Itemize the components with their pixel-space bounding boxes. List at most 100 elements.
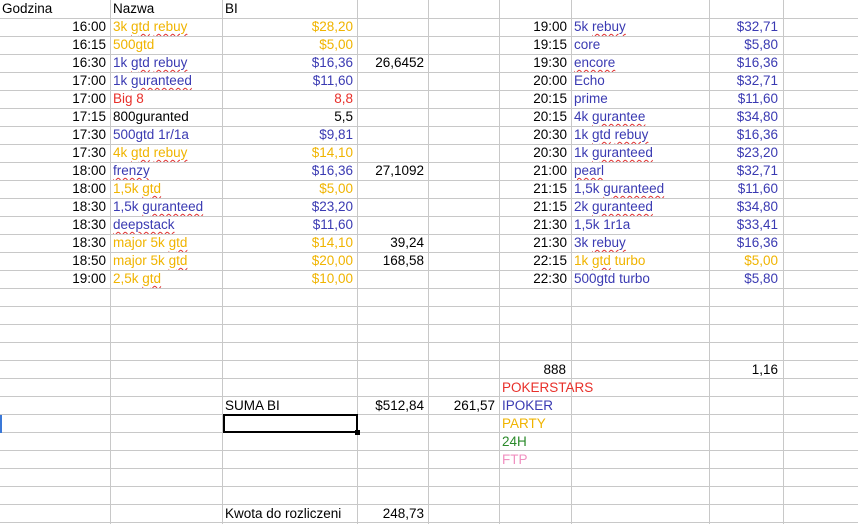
header-bi[interactable]: BI — [223, 0, 357, 18]
left-extra-cell[interactable]: 27,1092 — [358, 162, 428, 180]
left-time-cell[interactable]: 17:15 — [0, 108, 110, 126]
left-bi-cell[interactable]: $5,00 — [223, 180, 357, 198]
left-name-cell[interactable]: major 5k gtd — [111, 252, 222, 270]
right-time-cell[interactable]: 21:00 — [500, 162, 571, 180]
left-bi-cell[interactable]: $20,00 — [223, 252, 357, 270]
right-bi-cell[interactable]: $5,80 — [710, 36, 782, 54]
header-nazwa[interactable]: Nazwa — [111, 0, 221, 18]
suma-bi-extra[interactable]: 261,57 — [429, 397, 499, 415]
right-name-cell[interactable]: prime — [572, 90, 709, 108]
right-bi-cell[interactable]: $33,41 — [710, 216, 782, 234]
legend-item[interactable]: FTP — [500, 451, 650, 469]
right-time-cell[interactable]: 20:00 — [500, 72, 571, 90]
left-extra-cell[interactable]: 168,58 — [358, 252, 428, 270]
left-bi-cell[interactable]: $10,00 — [223, 270, 357, 288]
right-bi-cell[interactable]: $5,80 — [710, 270, 782, 288]
left-time-cell[interactable]: 17:00 — [0, 72, 110, 90]
legend-item[interactable]: 24H — [500, 433, 650, 451]
suma-bi-value[interactable]: $512,84 — [358, 397, 428, 415]
right-bi-cell[interactable]: $11,60 — [710, 180, 782, 198]
right-time-cell[interactable]: 20:15 — [500, 108, 571, 126]
right-time-cell[interactable]: 19:15 — [500, 36, 571, 54]
right-bi-cell[interactable]: $34,80 — [710, 108, 782, 126]
left-bi-cell[interactable]: $16,36 — [223, 162, 357, 180]
right-name-cell[interactable]: 1k gtd turbo — [572, 252, 709, 270]
left-name-cell[interactable]: Big 8 — [111, 90, 222, 108]
left-name-cell[interactable]: 800guranted — [111, 108, 222, 126]
cell-888[interactable]: 888 — [500, 361, 570, 379]
left-name-cell[interactable]: 2,5k gtd — [111, 270, 222, 288]
suma-bi-label[interactable]: SUMA BI — [223, 397, 357, 415]
left-bi-cell[interactable]: 5,5 — [223, 108, 357, 126]
left-time-cell[interactable]: 17:00 — [0, 90, 110, 108]
right-bi-cell[interactable]: $32,71 — [710, 162, 782, 180]
left-time-cell[interactable]: 18:00 — [0, 162, 110, 180]
right-time-cell[interactable]: 21:30 — [500, 234, 571, 252]
left-time-cell[interactable]: 18:30 — [0, 216, 110, 234]
right-time-cell[interactable]: 19:00 — [500, 18, 571, 36]
right-name-cell[interactable]: 1,5k guranteed — [572, 180, 709, 198]
left-bi-cell[interactable]: 8,8 — [223, 90, 357, 108]
selected-cell[interactable] — [223, 414, 358, 433]
right-time-cell[interactable]: 21:15 — [500, 180, 571, 198]
right-name-cell[interactable]: 3k rebuy — [572, 234, 709, 252]
left-name-cell[interactable]: 1k gtd rebuy — [111, 54, 222, 72]
right-time-cell[interactable]: 20:30 — [500, 126, 571, 144]
left-name-cell[interactable]: 1k guranteed — [111, 72, 222, 90]
right-bi-cell[interactable]: $11,60 — [710, 90, 782, 108]
left-extra-cell[interactable]: 39,24 — [358, 234, 428, 252]
left-time-cell[interactable]: 18:30 — [0, 198, 110, 216]
legend-item[interactable]: PARTY — [500, 415, 650, 433]
right-name-cell[interactable]: 1k gtd rebuy — [572, 126, 709, 144]
right-name-cell[interactable]: encore — [572, 54, 709, 72]
right-time-cell[interactable]: 21:30 — [500, 216, 571, 234]
left-bi-cell[interactable]: $23,20 — [223, 198, 357, 216]
left-name-cell[interactable]: deepstack — [111, 216, 222, 234]
right-name-cell[interactable]: 1k guranteed — [572, 144, 709, 162]
left-extra-cell[interactable]: 26,6452 — [358, 54, 428, 72]
left-time-cell[interactable]: 18:50 — [0, 252, 110, 270]
right-name-cell[interactable]: 4k gurantee — [572, 108, 709, 126]
left-name-cell[interactable]: 1,5k gtd — [111, 180, 222, 198]
right-name-cell[interactable]: 1,5k 1r1a — [572, 216, 709, 234]
right-name-cell[interactable]: 5k rebuy — [572, 18, 709, 36]
legend-item[interactable]: POKERSTARS — [500, 379, 650, 397]
right-time-cell[interactable]: 20:15 — [500, 90, 571, 108]
left-time-cell[interactable]: 17:30 — [0, 144, 110, 162]
right-time-cell[interactable]: 21:15 — [500, 198, 571, 216]
right-bi-cell[interactable]: $34,80 — [710, 198, 782, 216]
kwota-value[interactable]: 248,73 — [358, 505, 428, 523]
right-name-cell[interactable]: core — [572, 36, 709, 54]
right-bi-cell[interactable]: $16,36 — [710, 126, 782, 144]
right-bi-cell[interactable]: $32,71 — [710, 72, 782, 90]
right-name-cell[interactable]: 500gtd turbo — [572, 270, 709, 288]
right-name-cell[interactable]: 2k guranteed — [572, 198, 709, 216]
left-time-cell[interactable]: 18:30 — [0, 234, 110, 252]
legend-item[interactable]: IPOKER — [500, 397, 650, 415]
left-bi-cell[interactable]: $28,20 — [223, 18, 357, 36]
right-name-cell[interactable]: Echo — [572, 72, 709, 90]
left-name-cell[interactable]: frenzy — [111, 162, 222, 180]
left-time-cell[interactable]: 19:00 — [0, 270, 110, 288]
right-time-cell[interactable]: 20:30 — [500, 144, 571, 162]
left-bi-cell[interactable]: $11,60 — [223, 216, 357, 234]
left-bi-cell[interactable]: $11,60 — [223, 72, 357, 90]
left-name-cell[interactable]: 500gtd — [111, 36, 222, 54]
left-bi-cell[interactable]: $9,81 — [223, 126, 357, 144]
left-bi-cell[interactable]: $16,36 — [223, 54, 357, 72]
right-bi-cell[interactable]: $16,36 — [710, 54, 782, 72]
left-time-cell[interactable]: 16:15 — [0, 36, 110, 54]
right-name-cell[interactable]: pearl — [572, 162, 709, 180]
left-name-cell[interactable]: 500gtd 1r/1a — [111, 126, 222, 144]
left-bi-cell[interactable]: $14,10 — [223, 234, 357, 252]
right-bi-cell[interactable]: $32,71 — [710, 18, 782, 36]
header-godzina[interactable]: Godzina — [0, 0, 110, 18]
left-name-cell[interactable]: 3k gtd rebuy — [111, 18, 222, 36]
left-name-cell[interactable]: 1,5k guranteed — [111, 198, 222, 216]
left-time-cell[interactable]: 16:30 — [0, 54, 110, 72]
left-time-cell[interactable]: 16:00 — [0, 18, 110, 36]
left-bi-cell[interactable]: $14,10 — [223, 144, 357, 162]
right-time-cell[interactable]: 22:15 — [500, 252, 571, 270]
left-bi-cell[interactable]: $5,00 — [223, 36, 357, 54]
right-bi-cell[interactable]: $23,20 — [710, 144, 782, 162]
